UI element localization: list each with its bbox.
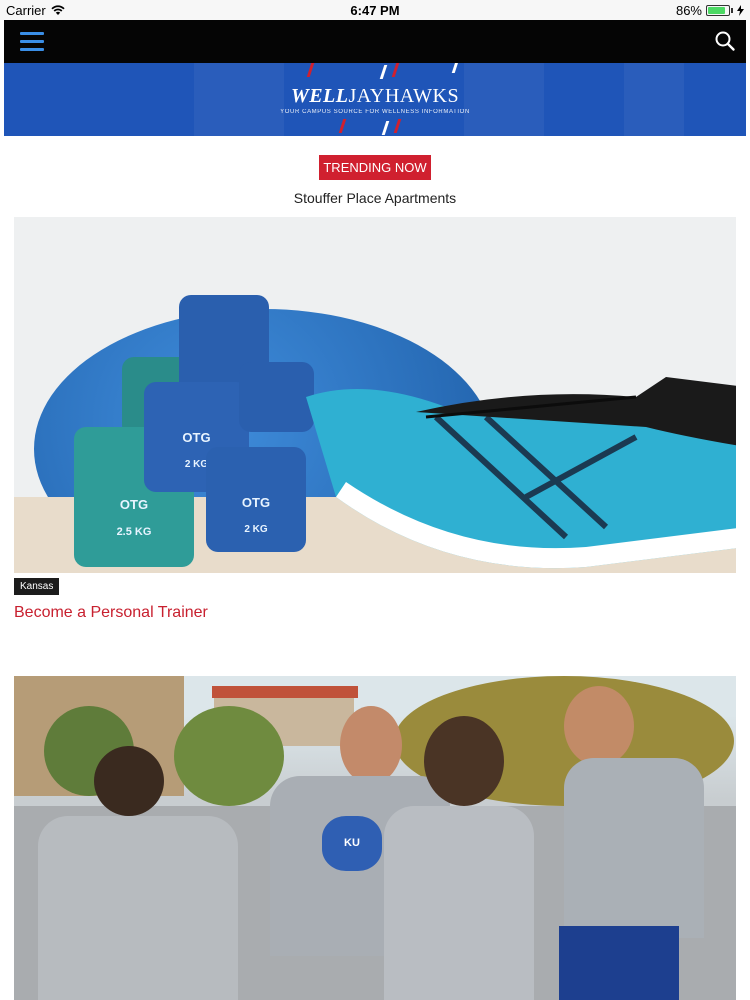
clock: 6:47 PM: [350, 3, 400, 18]
running-shoe: [306, 377, 736, 569]
battery-level-fill: [708, 7, 726, 14]
person-head: [94, 746, 164, 816]
logo-tagline: YOUR CAMPUS SOURCE FOR WELLNESS INFORMAT…: [280, 109, 470, 115]
dumbbell-mid-head: [239, 362, 314, 432]
trending-now-badge[interactable]: TRENDING NOW: [319, 155, 431, 180]
person-head: [424, 716, 504, 806]
battery-cap: [731, 8, 733, 13]
battery-icon: [706, 5, 730, 16]
status-bar: Carrier 6:47 PM 86%: [0, 0, 750, 20]
site-banner[interactable]: WELLJAYHAWKS YOUR CAMPUS SOURCE FOR WELL…: [4, 63, 746, 136]
dumbbell-weight-label: 2 KG: [244, 524, 268, 535]
person-head: [340, 706, 402, 784]
article-title-link[interactable]: Become a Personal Trainer: [14, 604, 208, 622]
building-roof: [212, 686, 358, 698]
top-nav-bar: [4, 20, 746, 63]
dumbbell-brand: OTG: [182, 430, 211, 445]
dumbbell-blue-right: OTG 2 KG: [206, 447, 306, 552]
logo-title: WELLJAYHAWKS: [290, 85, 460, 107]
category-tag[interactable]: Kansas: [14, 578, 60, 595]
charging-bolt-icon: [737, 5, 744, 16]
trending-headline-link[interactable]: Stouffer Place Apartments: [0, 190, 750, 206]
person-shirt: [38, 816, 238, 1000]
tree: [174, 706, 284, 806]
hamburger-menu-icon[interactable]: [20, 32, 44, 52]
article-image-students[interactable]: KU: [14, 676, 736, 1000]
jayhawk-logo: KU: [322, 816, 382, 871]
dumbbell-brand: OTG: [241, 495, 271, 510]
article-image-dumbbells-shoe[interactable]: OTG 2.5 KG OTG 2 KG OTG 2 KG: [14, 217, 736, 573]
person-jacket-waist: [559, 926, 679, 1000]
dumbbell-weight-label: 2.5 KG: [116, 526, 152, 538]
person-head: [564, 686, 634, 766]
search-icon[interactable]: [714, 30, 736, 52]
battery-percent: 86%: [675, 3, 702, 18]
site-logo[interactable]: WELLJAYHAWKS YOUR CAMPUS SOURCE FOR WELL…: [4, 85, 746, 115]
dumbbell-brand: OTG: [119, 497, 149, 512]
person-shirt: [564, 758, 704, 938]
person-shirt: [384, 806, 534, 1000]
status-right: 86%: [676, 3, 744, 18]
